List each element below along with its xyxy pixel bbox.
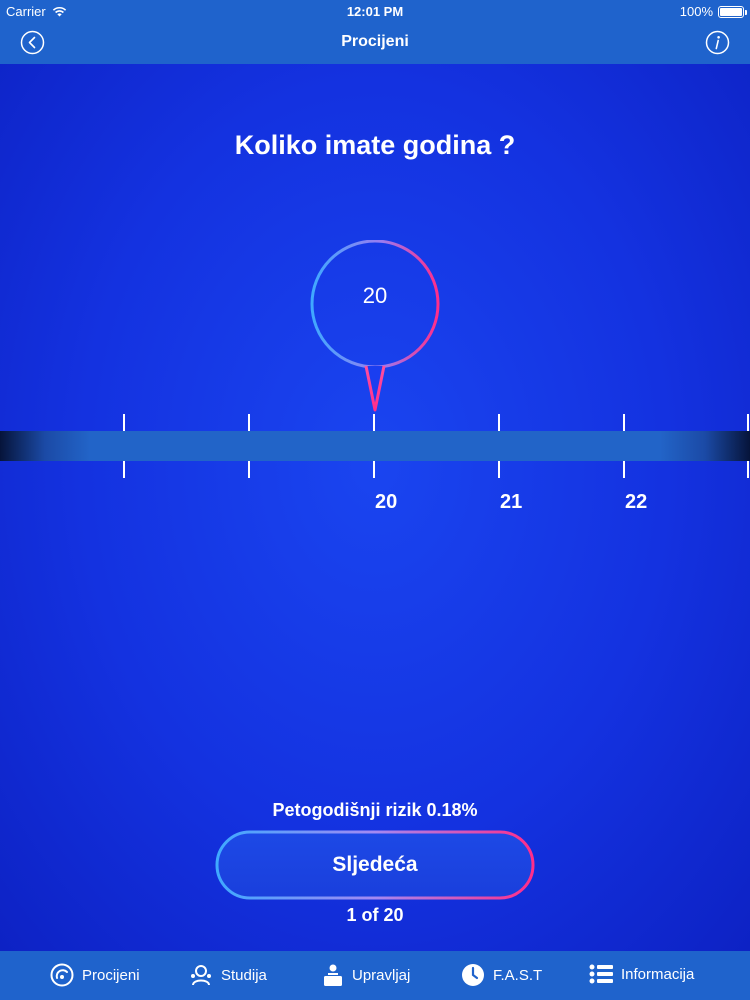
tab-fast[interactable]: F.A.S.T [461, 963, 542, 987]
age-ruler-slider[interactable]: 20 21 22 [0, 414, 750, 534]
tab-bar: Procijeni Studija Upravljaj F.A.S.T Info… [0, 951, 750, 1000]
ruler-tick [747, 414, 749, 431]
status-right: 100% [679, 4, 747, 19]
battery-icon [718, 5, 747, 18]
ruler-label: 22 [625, 491, 648, 513]
status-bar: Carrier 12:01 PM 100% [0, 0, 750, 22]
list-icon [589, 964, 613, 984]
tab-studija[interactable]: Studija [189, 963, 267, 987]
main-area: Koliko imate godina ? 20 20 21 22 Petogo… [0, 64, 750, 951]
info-icon[interactable] [705, 30, 730, 55]
risk-text: Petogodišnji rizik 0.18% [272, 800, 478, 820]
clock-icon [462, 964, 484, 986]
status-time: 12:01 PM [346, 4, 404, 19]
tab-procijeni[interactable]: Procijeni [50, 963, 140, 987]
tab-upravljaj[interactable]: Upravljaj [322, 963, 410, 987]
tab-informacija[interactable]: Informacija [589, 963, 694, 985]
tab-label: F.A.S.T [493, 966, 543, 984]
manage-icon [324, 964, 342, 986]
nav-bar: Procijeni [0, 22, 750, 64]
ruler-tick [373, 461, 375, 478]
ruler-tick [123, 414, 125, 431]
ruler-tick [623, 414, 625, 431]
ruler-tick [747, 461, 749, 478]
ruler-tick [373, 414, 375, 431]
ruler-tick [248, 414, 250, 431]
ruler-label: 21 [500, 491, 523, 513]
selected-age-value: 20 [362, 283, 388, 308]
next-button[interactable]: Sljedeća [215, 830, 535, 900]
tab-label: Procijeni [82, 966, 140, 984]
ruler-track[interactable] [0, 431, 750, 461]
battery-percent: 100% [679, 4, 713, 19]
question-title: Koliko imate godina ? [234, 130, 516, 160]
tab-label: Upravljaj [352, 966, 411, 984]
ruler-tick [248, 461, 250, 478]
gauge-icon [50, 963, 74, 987]
ruler-tick [123, 461, 125, 478]
ruler-tick [623, 461, 625, 478]
ruler-tick [498, 461, 500, 478]
ruler-label: 20 [375, 491, 398, 513]
next-button-label: Sljedeća [332, 853, 418, 876]
tab-label: Studija [221, 966, 267, 984]
ruler-tick [498, 414, 500, 431]
study-icon [191, 965, 211, 986]
value-bubble: 20 [305, 239, 445, 416]
progress-text: 1 of 20 [346, 905, 404, 925]
nav-title: Procijeni [341, 33, 409, 50]
tab-label: Informacija [621, 965, 695, 983]
